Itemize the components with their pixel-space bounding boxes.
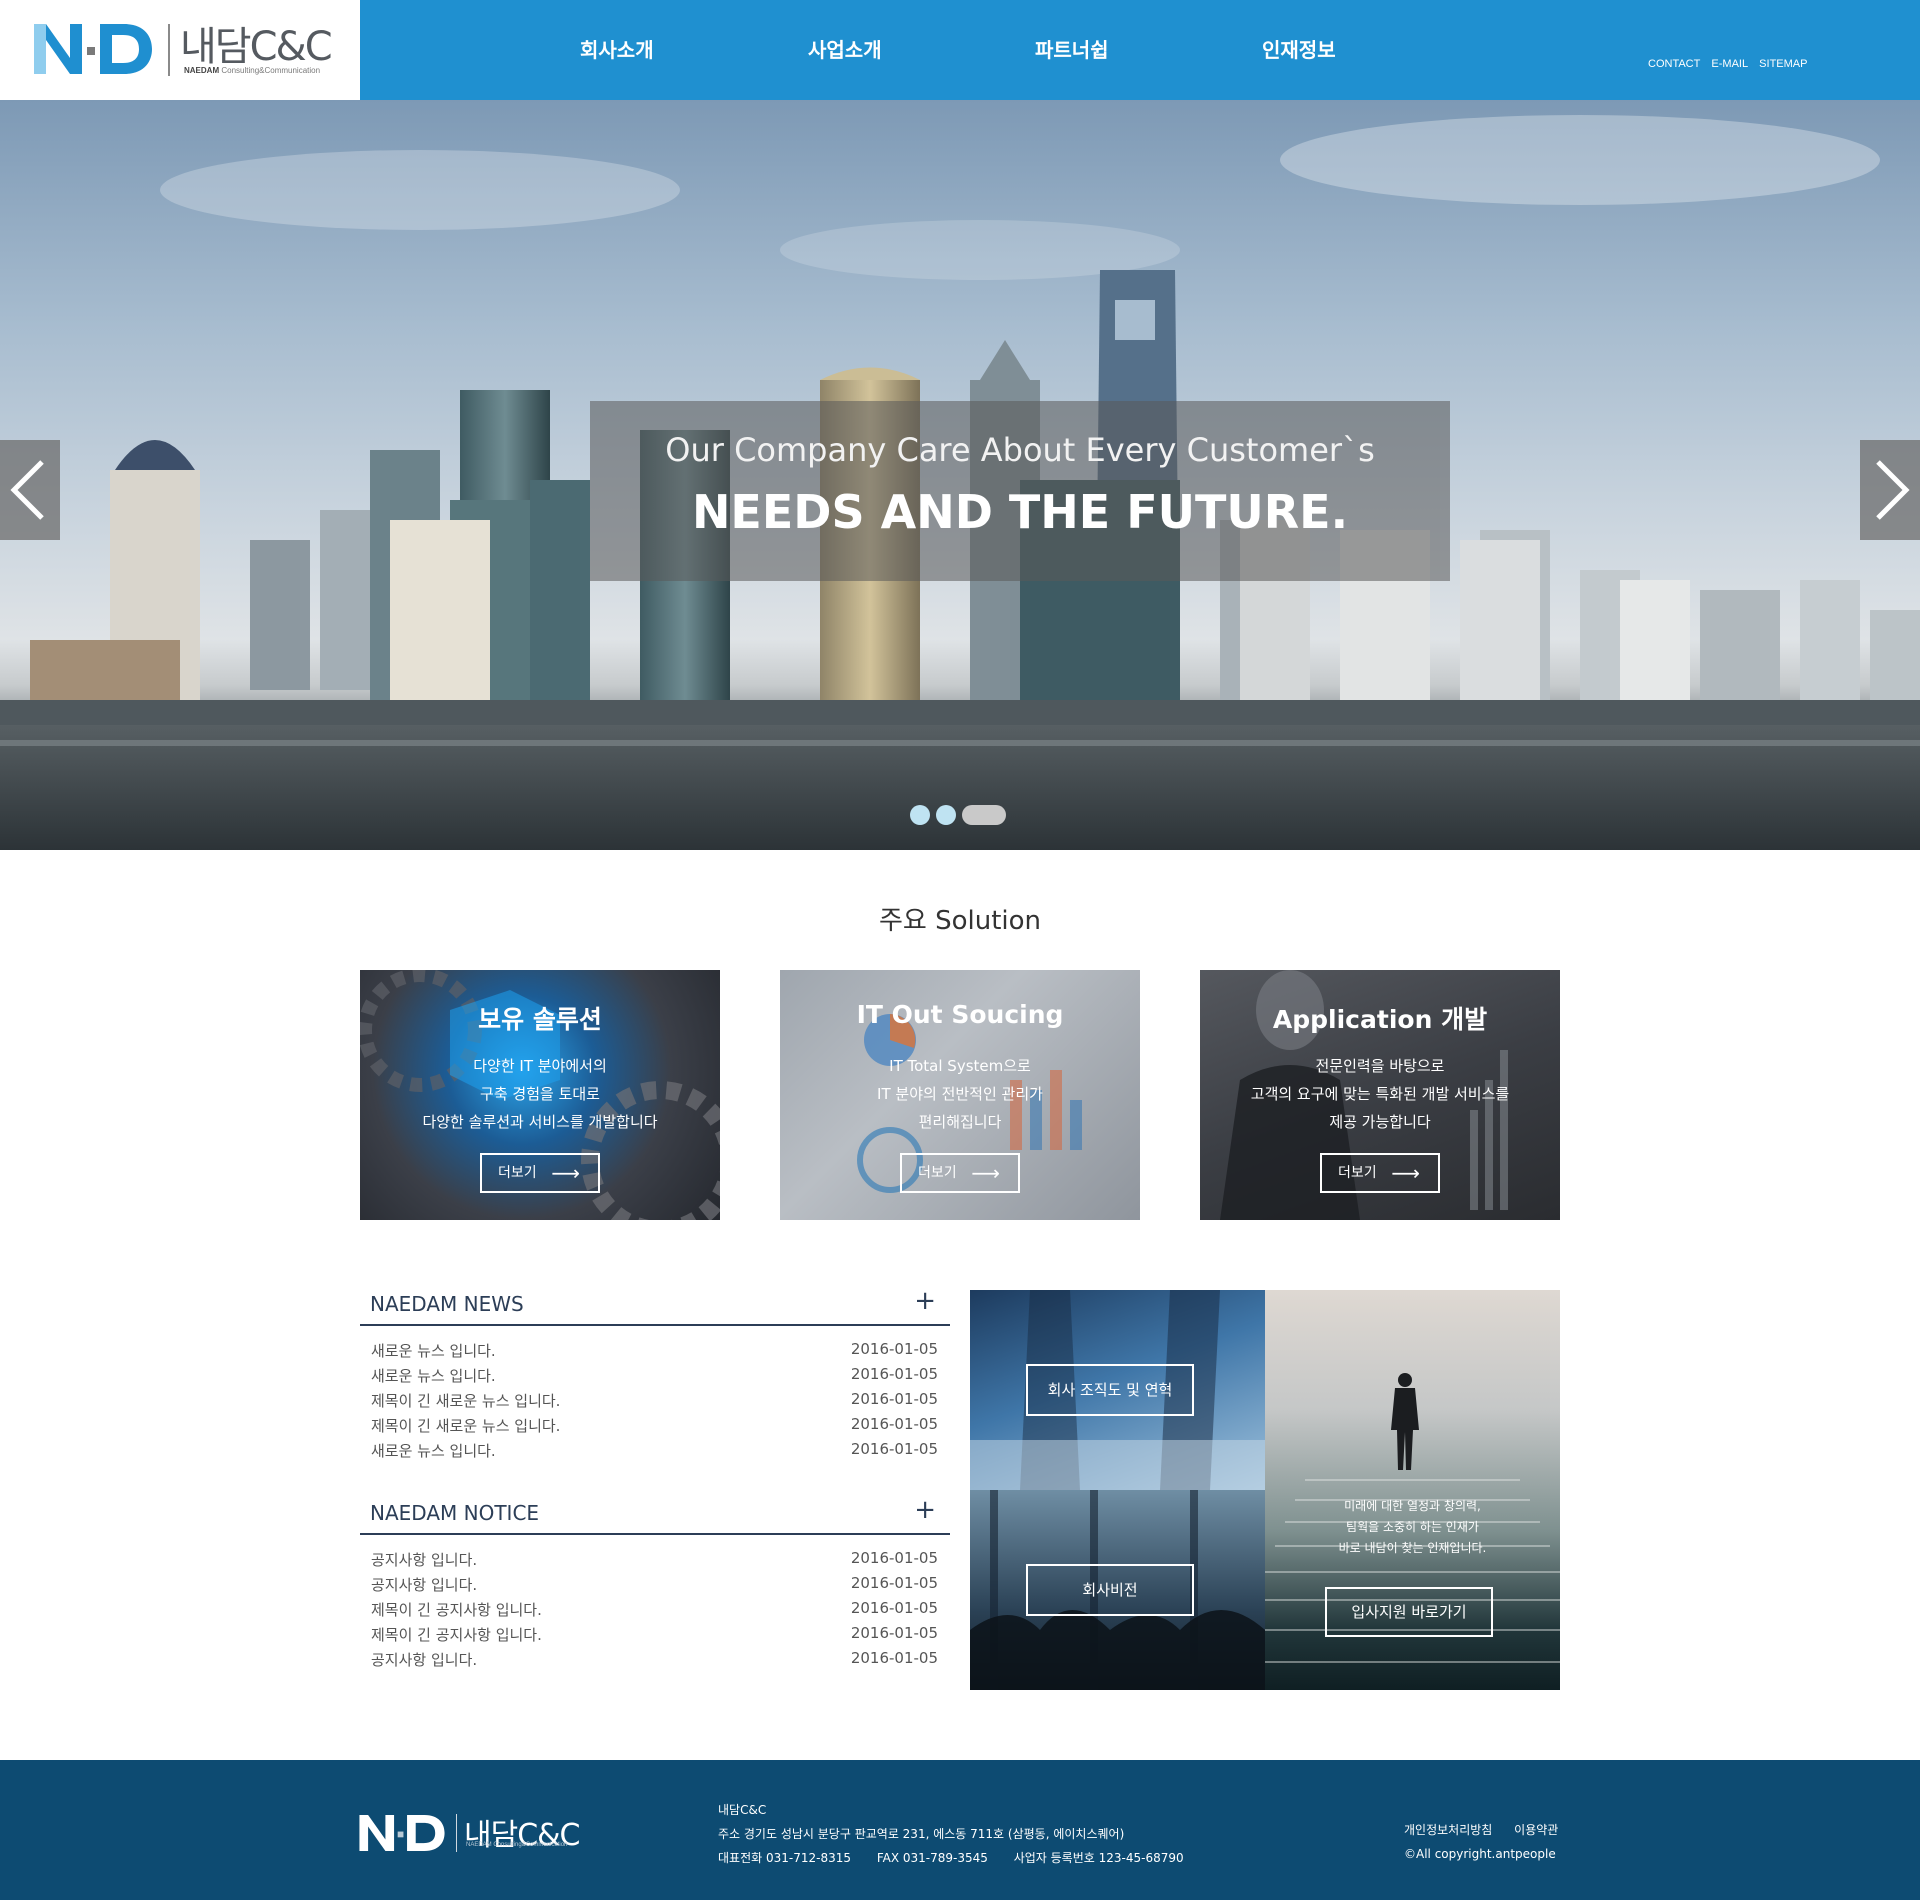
apply-button[interactable]: 입사지원 바로가기 bbox=[1325, 1587, 1493, 1637]
recruit-message: 미래에 대한 열정과 창의력, 팀웍을 소중히 하는 인재가 바로 내담이 찾는… bbox=[1338, 1499, 1487, 1555]
logo-text: 내담C&C bbox=[180, 24, 333, 70]
solutions-title: 주요 Solution bbox=[878, 906, 1042, 936]
chevron-left-icon bbox=[10, 460, 44, 520]
hero-title: NEEDS AND THE FUTURE. bbox=[691, 485, 1349, 539]
company-biz-number: 사업자 등록번호 123-45-68790 bbox=[1013, 1851, 1184, 1865]
hero-caption: Our Company Care About Every Customer`s … bbox=[590, 401, 1450, 581]
slider-next-button[interactable] bbox=[1860, 440, 1920, 540]
card-description: 다양한 IT 분야에서의 구축 경험을 토대로 다양한 솔루션과 서비스를 개발… bbox=[422, 1057, 658, 1131]
plus-icon[interactable]: + bbox=[914, 1286, 936, 1316]
card-title: IT Out Soucing bbox=[856, 1000, 1064, 1029]
logo-divider bbox=[168, 24, 170, 76]
card-description: IT Total System으로 IT 분야의 전반적인 관리가 편리해집니다 bbox=[877, 1057, 1043, 1131]
list-item[interactable]: 공지사항 입니다. 2016-01-05 bbox=[360, 1549, 950, 1574]
company-address: 주소 경기도 성남시 분당구 판교역로 231, 에스동 711호 (삼평동, … bbox=[718, 1827, 1125, 1841]
util-sitemap[interactable]: SITEMAP bbox=[1759, 58, 1807, 70]
footer-logo-subtitle: NAEDAM Consulting&Communication bbox=[466, 1842, 568, 1848]
util-contact[interactable]: CONTACT bbox=[1648, 58, 1700, 70]
list-item[interactable]: 제목이 긴 공지사항 입니다. 2016-01-05 bbox=[360, 1599, 950, 1624]
list-item[interactable]: 공지사항 입니다. 2016-01-05 bbox=[360, 1649, 950, 1674]
nav-company[interactable]: 회사소개 bbox=[580, 34, 654, 63]
slider-dot-1[interactable] bbox=[910, 805, 930, 825]
news-header: NAEDAM NEWS + bbox=[360, 1286, 950, 1326]
news-title: NAEDAM NEWS bbox=[370, 1292, 524, 1316]
list-item[interactable]: 새로운 뉴스 입니다. 2016-01-05 bbox=[360, 1340, 950, 1365]
company-tel: 대표전화 031-712-8315 bbox=[718, 1851, 851, 1865]
terms-link[interactable]: 이용약관 bbox=[1514, 1823, 1558, 1837]
slider-dot-3[interactable] bbox=[962, 805, 1006, 825]
notice-header: NAEDAM NOTICE + bbox=[360, 1495, 950, 1535]
vision-promo[interactable]: 회사비전 bbox=[970, 1490, 1265, 1690]
nav-partnership[interactable]: 파트너쉽 bbox=[1035, 34, 1109, 63]
org-chart-promo[interactable]: 회사 조직도 및 연혁 bbox=[970, 1290, 1265, 1490]
company-fax: FAX 031-789-3545 bbox=[876, 1851, 988, 1865]
logo[interactable]: 내담C&C NAEDAM Consulting&Communication bbox=[0, 0, 360, 100]
more-button[interactable]: 더보기 ⟶ bbox=[1320, 1153, 1440, 1193]
company-name: 내담C&C bbox=[718, 1803, 767, 1817]
copyright: ©All copyright.antpeople bbox=[1404, 1847, 1556, 1861]
logo-subtitle: NAEDAM Consulting&Communication bbox=[184, 66, 321, 75]
util-email[interactable]: E-MAIL bbox=[1711, 58, 1748, 70]
news-list: 새로운 뉴스 입니다. 2016-01-05 새로운 뉴스 입니다. 2016-01… bbox=[360, 1326, 950, 1465]
more-button[interactable]: 더보기 ⟶ bbox=[480, 1153, 600, 1193]
arrow-right-icon: ⟶ bbox=[551, 1161, 580, 1185]
footer-logo-divider bbox=[456, 1814, 457, 1852]
card-title: Application 개발 bbox=[1272, 1005, 1488, 1034]
solution-card-outsourcing[interactable]: IT Out Soucing IT Total System으로 IT 분야의 … bbox=[780, 970, 1140, 1220]
slider-dot-2[interactable] bbox=[936, 805, 956, 825]
company-info: 내담C&C 주소 경기도 성남시 분당구 판교역로 231, 에스동 711호 … bbox=[718, 1798, 1184, 1870]
nav-recruit[interactable]: 인재정보 bbox=[1262, 34, 1336, 63]
nd-logo-mark bbox=[34, 24, 152, 74]
list-item[interactable]: 새로운 뉴스 입니다. 2016-01-05 bbox=[360, 1440, 950, 1465]
hero-subtitle: Our Company Care About Every Customer`s bbox=[665, 431, 1375, 469]
utility-links: CONTACT E-MAIL SITEMAP bbox=[1648, 58, 1815, 70]
list-item[interactable]: 제목이 긴 공지사항 입니다. 2016-01-05 bbox=[360, 1624, 950, 1649]
footer: 내담C&C NAEDAM Consulting&Communication 내담… bbox=[0, 1760, 1920, 1900]
chevron-right-icon bbox=[1876, 460, 1910, 520]
org-history-button[interactable]: 회사 조직도 및 연혁 bbox=[1026, 1364, 1194, 1416]
privacy-policy-link[interactable]: 개인정보처리방침 bbox=[1404, 1823, 1492, 1837]
arrow-right-icon: ⟶ bbox=[1391, 1161, 1420, 1185]
nav-business[interactable]: 사업소개 bbox=[808, 34, 882, 63]
more-button[interactable]: 더보기 ⟶ bbox=[900, 1153, 1020, 1193]
card-description: 전문인력을 바탕으로 고객의 요구에 맞는 특화된 개발 서비스를 제공 가능합… bbox=[1250, 1057, 1510, 1131]
slider-prev-button[interactable] bbox=[0, 440, 60, 540]
list-item[interactable]: 새로운 뉴스 입니다. 2016-01-05 bbox=[360, 1365, 950, 1390]
notice-title: NAEDAM NOTICE bbox=[370, 1501, 540, 1525]
arrow-right-icon: ⟶ bbox=[971, 1161, 1000, 1185]
vision-button[interactable]: 회사비전 bbox=[1026, 1564, 1194, 1616]
card-title: 보유 솔루션 bbox=[478, 1005, 602, 1034]
header: 내담C&C NAEDAM Consulting&Communication 회사… bbox=[0, 0, 1920, 100]
news-board: NAEDAM NEWS + 새로운 뉴스 입니다. 2016-01-05 새로운 … bbox=[360, 1286, 950, 1465]
notice-board: NAEDAM NOTICE + 공지사항 입니다. 2016-01-05 공지사항… bbox=[360, 1495, 950, 1674]
solution-card-owned[interactable]: 보유 솔루션 다양한 IT 분야에서의 구축 경험을 토대로 다양한 솔루션과 … bbox=[360, 970, 720, 1220]
recruit-promo[interactable]: 미래에 대한 열정과 창의력, 팀웍을 소중히 하는 인재가 바로 내담이 찾는… bbox=[1265, 1290, 1560, 1690]
notice-list: 공지사항 입니다. 2016-01-05 공지사항 입니다. 2016-01-05 … bbox=[360, 1535, 950, 1674]
footer-links: 개인정보처리방침 이용약관 ©All copyright.antpeople bbox=[1404, 1818, 1558, 1866]
list-item[interactable]: 공지사항 입니다. 2016-01-05 bbox=[360, 1574, 950, 1599]
plus-icon[interactable]: + bbox=[914, 1495, 936, 1525]
list-item[interactable]: 제목이 긴 새로운 뉴스 입니다. 2016-01-05 bbox=[360, 1415, 950, 1440]
nd-logo-mark bbox=[359, 1814, 445, 1852]
solution-card-application[interactable]: Application 개발 전문인력을 바탕으로 고객의 요구에 맞는 특화된… bbox=[1200, 970, 1560, 1220]
list-item[interactable]: 제목이 긴 새로운 뉴스 입니다. 2016-01-05 bbox=[360, 1390, 950, 1415]
hero-slider: Our Company Care About Every Customer`s … bbox=[0, 100, 1920, 850]
